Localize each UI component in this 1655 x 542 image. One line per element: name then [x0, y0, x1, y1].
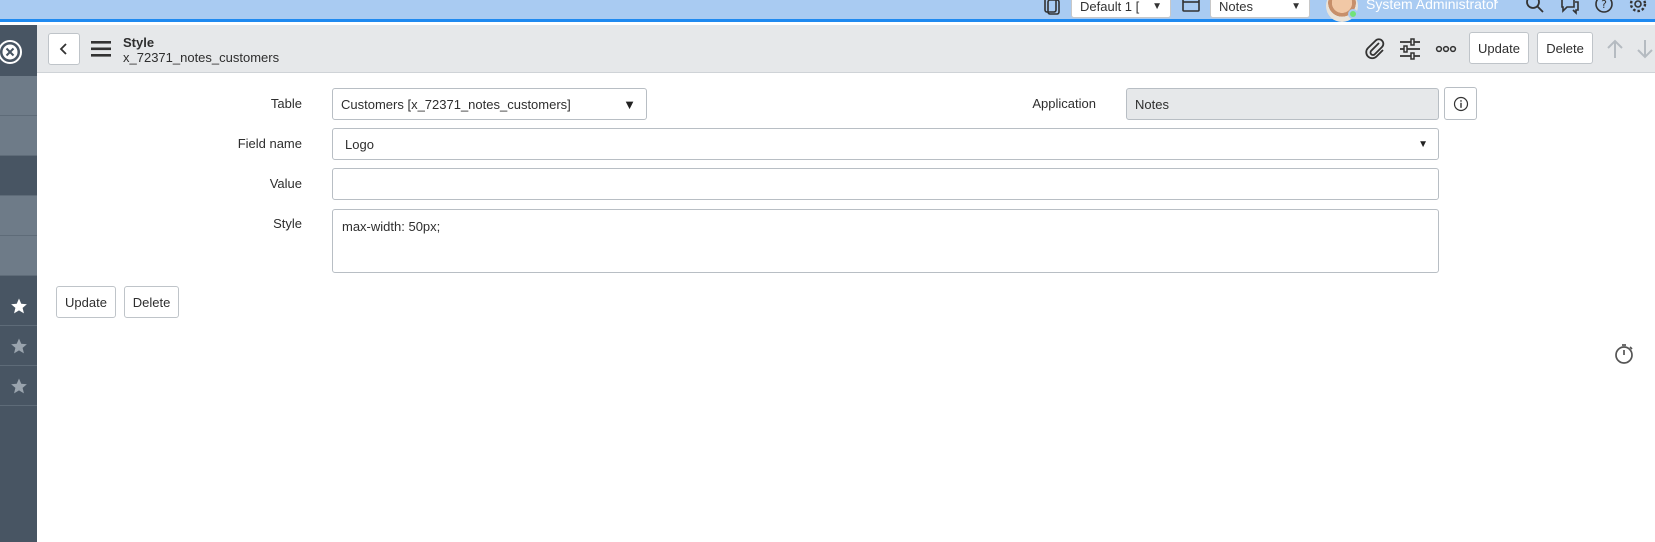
favorite-item[interactable] [0, 366, 37, 406]
update-button[interactable]: Update [56, 286, 116, 318]
update-set-icon[interactable] [1040, 0, 1062, 16]
application-field: Notes [1126, 88, 1439, 120]
star-icon [10, 338, 27, 353]
form-header: Style x_72371_notes_customers Update Del… [37, 25, 1655, 73]
application-scope-value: Notes [1219, 0, 1253, 14]
favorite-item[interactable] [0, 286, 37, 326]
field-name-label: Field name [237, 136, 302, 151]
application-value: Notes [1135, 96, 1169, 112]
close-circle-icon[interactable] [0, 38, 24, 66]
table-label: Table [270, 96, 302, 111]
nav-item[interactable] [0, 156, 37, 196]
table-value: Customers [x_72371_notes_customers] [341, 96, 571, 112]
connect-chat-icon[interactable] [1559, 0, 1581, 16]
field-name-select[interactable]: Logo ▼ [332, 128, 1439, 160]
delete-button[interactable]: Delete [124, 286, 179, 318]
svg-text:?: ? [1601, 0, 1607, 11]
update-set-select[interactable]: Default 1 [ ▼ [1071, 0, 1171, 18]
user-name[interactable]: System Administrator [1366, 0, 1498, 12]
chevron-down-icon: ▼ [1418, 138, 1428, 150]
table-select[interactable]: Customers [x_72371_notes_customers] ▼ [332, 88, 647, 120]
application-label: Application [1032, 96, 1096, 111]
favorite-item[interactable] [0, 326, 37, 366]
header-update-button[interactable]: Update [1469, 32, 1529, 64]
value-label: Value [269, 176, 302, 191]
back-icon [59, 43, 67, 55]
info-icon [1453, 96, 1468, 111]
user-menu-chevron-icon[interactable]: ▼ [1490, 0, 1501, 6]
stopwatch-icon[interactable] [1612, 342, 1636, 366]
sliders-icon[interactable] [1398, 37, 1422, 61]
more-icon[interactable] [1434, 37, 1458, 61]
header-delete-button[interactable]: Delete [1537, 32, 1593, 64]
chevron-down-icon: ▼ [623, 96, 636, 112]
update-set-value: Default 1 [ [1080, 0, 1140, 14]
left-navigator [0, 25, 37, 542]
presence-indicator [1348, 9, 1358, 19]
arrow-down-icon[interactable] [1633, 37, 1655, 61]
nav-item[interactable] [0, 116, 37, 156]
style-textarea[interactable]: max-width: 50px; [332, 209, 1439, 273]
arrow-up-icon[interactable] [1603, 37, 1627, 61]
application-scope-select[interactable]: Notes ▼ [1210, 0, 1310, 18]
field-name-value: Logo [345, 136, 374, 152]
application-info-button[interactable] [1444, 87, 1477, 120]
nav-item[interactable] [0, 196, 37, 236]
star-icon [10, 298, 27, 313]
top-banner: Default 1 [ ▼ Notes ▼ System Administrat… [0, 0, 1655, 22]
chevron-down-icon: ▼ [1152, 0, 1162, 12]
nav-item[interactable] [0, 236, 37, 276]
nav-item[interactable] [0, 76, 37, 116]
application-icon[interactable] [1180, 0, 1202, 16]
search-icon[interactable] [1524, 0, 1546, 16]
star-icon [10, 378, 27, 393]
paperclip-icon[interactable] [1363, 37, 1387, 61]
menu-icon[interactable] [91, 40, 111, 58]
chevron-down-icon: ▼ [1291, 0, 1301, 12]
back-button[interactable] [48, 33, 80, 65]
style-label: Style [273, 216, 302, 231]
help-icon[interactable]: ? [1593, 0, 1615, 16]
gear-icon[interactable] [1627, 0, 1649, 16]
value-input[interactable] [332, 168, 1439, 200]
page-title: Style [123, 35, 155, 50]
page-subtitle: x_72371_notes_customers [123, 50, 280, 65]
